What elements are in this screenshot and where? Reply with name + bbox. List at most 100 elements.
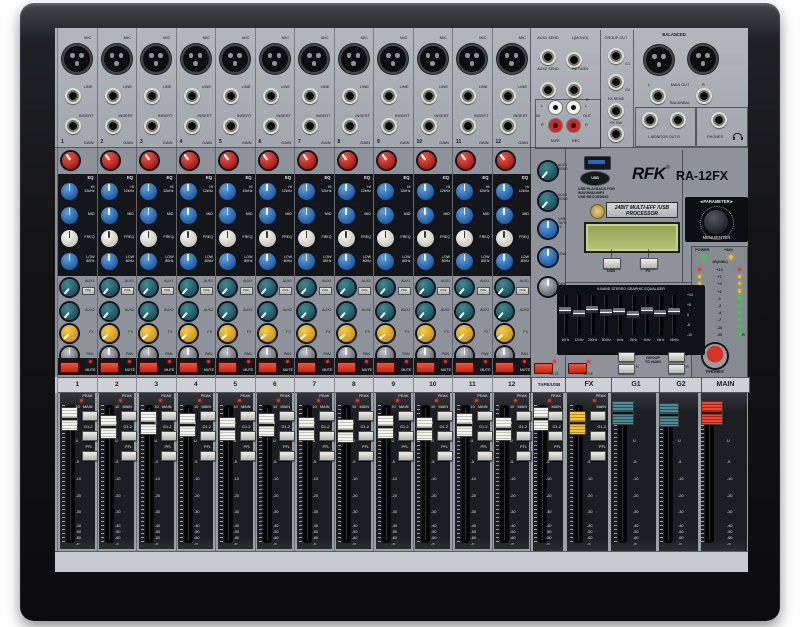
eq-mid-knob[interactable] bbox=[496, 207, 513, 224]
eq-mid-knob[interactable] bbox=[140, 207, 157, 224]
gain-knob[interactable] bbox=[339, 152, 356, 169]
eq-hi-knob[interactable] bbox=[259, 183, 276, 200]
geq-slider[interactable] bbox=[627, 311, 639, 318]
aux2-knob[interactable] bbox=[377, 303, 394, 320]
eq-low-knob[interactable] bbox=[298, 253, 315, 270]
eq-freq-knob[interactable] bbox=[338, 230, 355, 247]
gain-knob[interactable] bbox=[457, 152, 474, 169]
geq-slider[interactable] bbox=[613, 308, 625, 315]
fx-knob[interactable] bbox=[180, 325, 197, 342]
fx-mode-button[interactable] bbox=[640, 258, 658, 269]
eq-hi-knob[interactable] bbox=[338, 183, 355, 200]
aux2-knob[interactable] bbox=[338, 303, 355, 320]
gain-knob[interactable] bbox=[102, 152, 119, 169]
aux2-knob[interactable] bbox=[496, 303, 513, 320]
phones-level-knob[interactable] bbox=[703, 344, 727, 368]
mute-button[interactable] bbox=[455, 362, 474, 373]
aux2-knob[interactable] bbox=[140, 303, 157, 320]
g2-to-main-r-button[interactable] bbox=[668, 364, 685, 374]
eq-low-knob[interactable] bbox=[259, 253, 276, 270]
geq-slider[interactable] bbox=[586, 306, 598, 313]
aux2-knob[interactable] bbox=[456, 303, 473, 320]
gain-knob[interactable] bbox=[62, 152, 79, 169]
pre-button[interactable]: PRE bbox=[398, 287, 411, 295]
fx-knob[interactable] bbox=[61, 325, 78, 342]
aux1-knob[interactable] bbox=[259, 279, 276, 296]
aux2-knob[interactable] bbox=[101, 303, 118, 320]
eq-hi-knob[interactable] bbox=[417, 183, 434, 200]
aux2-knob[interactable] bbox=[180, 303, 197, 320]
tape-pan-knob[interactable] bbox=[539, 278, 557, 296]
eq-hi-knob[interactable] bbox=[298, 183, 315, 200]
eq-low-knob[interactable] bbox=[417, 253, 434, 270]
aux2-knob[interactable] bbox=[61, 303, 78, 320]
eq-low-knob[interactable] bbox=[101, 253, 118, 270]
mute-button[interactable] bbox=[376, 362, 395, 373]
g1-to-main-l-button[interactable] bbox=[618, 352, 635, 362]
geq-slider[interactable] bbox=[559, 307, 571, 314]
aux1-knob[interactable] bbox=[101, 279, 118, 296]
pre-button[interactable]: PRE bbox=[437, 287, 450, 295]
fader-track[interactable] bbox=[705, 405, 714, 543]
fx-fader[interactable] bbox=[569, 411, 586, 435]
eq-mid-knob[interactable] bbox=[61, 207, 78, 224]
eq-freq-knob[interactable] bbox=[377, 230, 394, 247]
aux2-knob[interactable] bbox=[417, 303, 434, 320]
fader-track[interactable] bbox=[618, 405, 627, 543]
eq-freq-knob[interactable] bbox=[259, 230, 276, 247]
pre-button[interactable]: PRE bbox=[82, 287, 95, 295]
mute-button[interactable] bbox=[139, 362, 158, 373]
aux1-knob[interactable] bbox=[338, 279, 355, 296]
fx-knob[interactable] bbox=[298, 325, 315, 342]
pre-button[interactable]: PRE bbox=[358, 287, 371, 295]
mute-button[interactable] bbox=[179, 362, 198, 373]
pre-button[interactable]: PRE bbox=[477, 287, 490, 295]
aux2-knob[interactable] bbox=[298, 303, 315, 320]
eq-hi-knob[interactable] bbox=[456, 183, 473, 200]
eq-hi-knob[interactable] bbox=[101, 183, 118, 200]
aux1-knob[interactable] bbox=[180, 279, 197, 296]
gain-knob[interactable] bbox=[181, 152, 198, 169]
mute-button[interactable] bbox=[495, 362, 514, 373]
aux2-knob[interactable] bbox=[259, 303, 276, 320]
eq-freq-knob[interactable] bbox=[219, 230, 236, 247]
tape-aux1-send-knob[interactable] bbox=[539, 162, 557, 180]
fx-knob[interactable] bbox=[219, 325, 236, 342]
mute-button[interactable] bbox=[100, 362, 119, 373]
mute-button[interactable] bbox=[218, 362, 237, 373]
fx-knob[interactable] bbox=[417, 325, 434, 342]
mute-button[interactable] bbox=[416, 362, 435, 373]
group1-fader[interactable] bbox=[612, 401, 634, 425]
fx-knob[interactable] bbox=[101, 325, 118, 342]
main-fader[interactable] bbox=[701, 401, 723, 425]
tape-aux2-send-knob[interactable] bbox=[539, 192, 557, 210]
pre-button[interactable]: PRE bbox=[279, 287, 292, 295]
eq-freq-knob[interactable] bbox=[417, 230, 434, 247]
eq-freq-knob[interactable] bbox=[180, 230, 197, 247]
eq-hi-knob[interactable] bbox=[140, 183, 157, 200]
mute-button[interactable] bbox=[60, 362, 79, 373]
geq-slider[interactable] bbox=[641, 307, 653, 314]
eq-mid-knob[interactable] bbox=[338, 207, 355, 224]
aux1-knob[interactable] bbox=[140, 279, 157, 296]
eq-freq-knob[interactable] bbox=[140, 230, 157, 247]
gain-knob[interactable] bbox=[141, 152, 158, 169]
eq-freq-knob[interactable] bbox=[61, 230, 78, 247]
eq-mid-knob[interactable] bbox=[417, 207, 434, 224]
aux1-knob[interactable] bbox=[61, 279, 78, 296]
usb-port[interactable] bbox=[584, 156, 611, 170]
fx-knob[interactable] bbox=[456, 325, 473, 342]
eq-low-knob[interactable] bbox=[219, 253, 236, 270]
pre-button[interactable]: PRE bbox=[516, 287, 529, 295]
eq-mid-knob[interactable] bbox=[180, 207, 197, 224]
eq-hi-knob[interactable] bbox=[219, 183, 236, 200]
gain-knob[interactable] bbox=[220, 152, 237, 169]
eq-hi-knob[interactable] bbox=[377, 183, 394, 200]
geq-slider[interactable] bbox=[573, 310, 585, 317]
mute-button[interactable] bbox=[258, 362, 277, 373]
aux1-knob[interactable] bbox=[417, 279, 434, 296]
aux1-knob[interactable] bbox=[496, 279, 513, 296]
eq-mid-knob[interactable] bbox=[456, 207, 473, 224]
fx-knob[interactable] bbox=[259, 325, 276, 342]
eq-low-knob[interactable] bbox=[456, 253, 473, 270]
